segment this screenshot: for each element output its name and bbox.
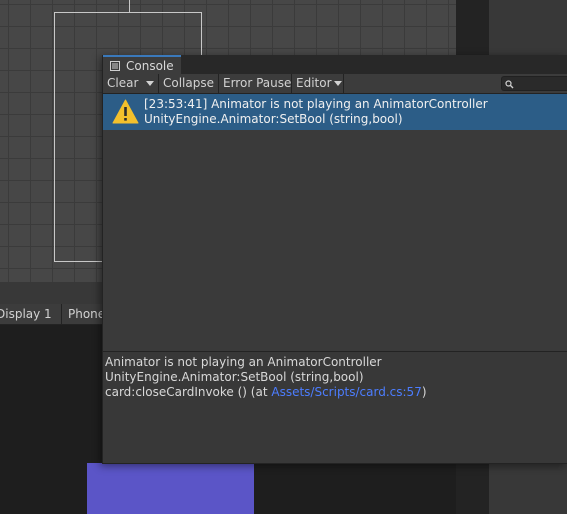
source-file-link[interactable]: Assets/Scripts/card.cs:57: [271, 385, 421, 399]
tab-console[interactable]: Console: [103, 55, 181, 74]
log-list[interactable]: [23:53:41] Animator is not playing an An…: [103, 94, 567, 351]
console-window: Console Clear Collapse Error Pause Edito…: [102, 55, 567, 464]
detail-stack-line: UnityEngine.Animator:SetBool (string,boo…: [105, 370, 364, 384]
clear-button[interactable]: Clear: [103, 74, 141, 93]
unity-editor: Display 1 Phone Console Clear Collapse E…: [0, 0, 567, 514]
chevron-down-icon: [334, 81, 342, 86]
warning-icon: [112, 99, 139, 127]
search-icon: [505, 78, 514, 92]
scene-gizmo-line: [129, 0, 130, 12]
log-stack-summary: UnityEngine.Animator:SetBool (string,boo…: [144, 112, 403, 126]
log-message: [23:53:41] Animator is not playing an An…: [144, 97, 488, 111]
detail-stack-line-source: card:closeCardInvoke () (at Assets/Scrip…: [105, 385, 427, 399]
editor-dropdown-label: Editor: [296, 76, 332, 90]
collapse-toggle[interactable]: Collapse: [159, 74, 219, 93]
tab-strip: Console: [103, 55, 567, 74]
clear-options-dropdown[interactable]: [141, 74, 159, 93]
console-icon: [110, 60, 120, 71]
game-canvas-preview: [87, 463, 254, 514]
console-toolbar: Clear Collapse Error Pause Editor: [103, 74, 567, 94]
detail-message: Animator is not playing an AnimatorContr…: [105, 355, 382, 369]
error-pause-toggle[interactable]: Error Pause: [219, 74, 292, 93]
detail-stack-suffix: ): [421, 385, 427, 399]
log-entry-selected[interactable]: [23:53:41] Animator is not playing an An…: [103, 94, 567, 130]
editor-dropdown[interactable]: Editor: [292, 74, 344, 93]
tab-label: Console: [126, 58, 174, 73]
log-detail-panel: Animator is not playing an AnimatorContr…: [103, 352, 567, 462]
detail-stack-prefix: card:closeCardInvoke () (at: [105, 385, 272, 399]
chevron-down-icon: [146, 81, 154, 86]
display-dropdown[interactable]: Display 1: [0, 304, 62, 324]
